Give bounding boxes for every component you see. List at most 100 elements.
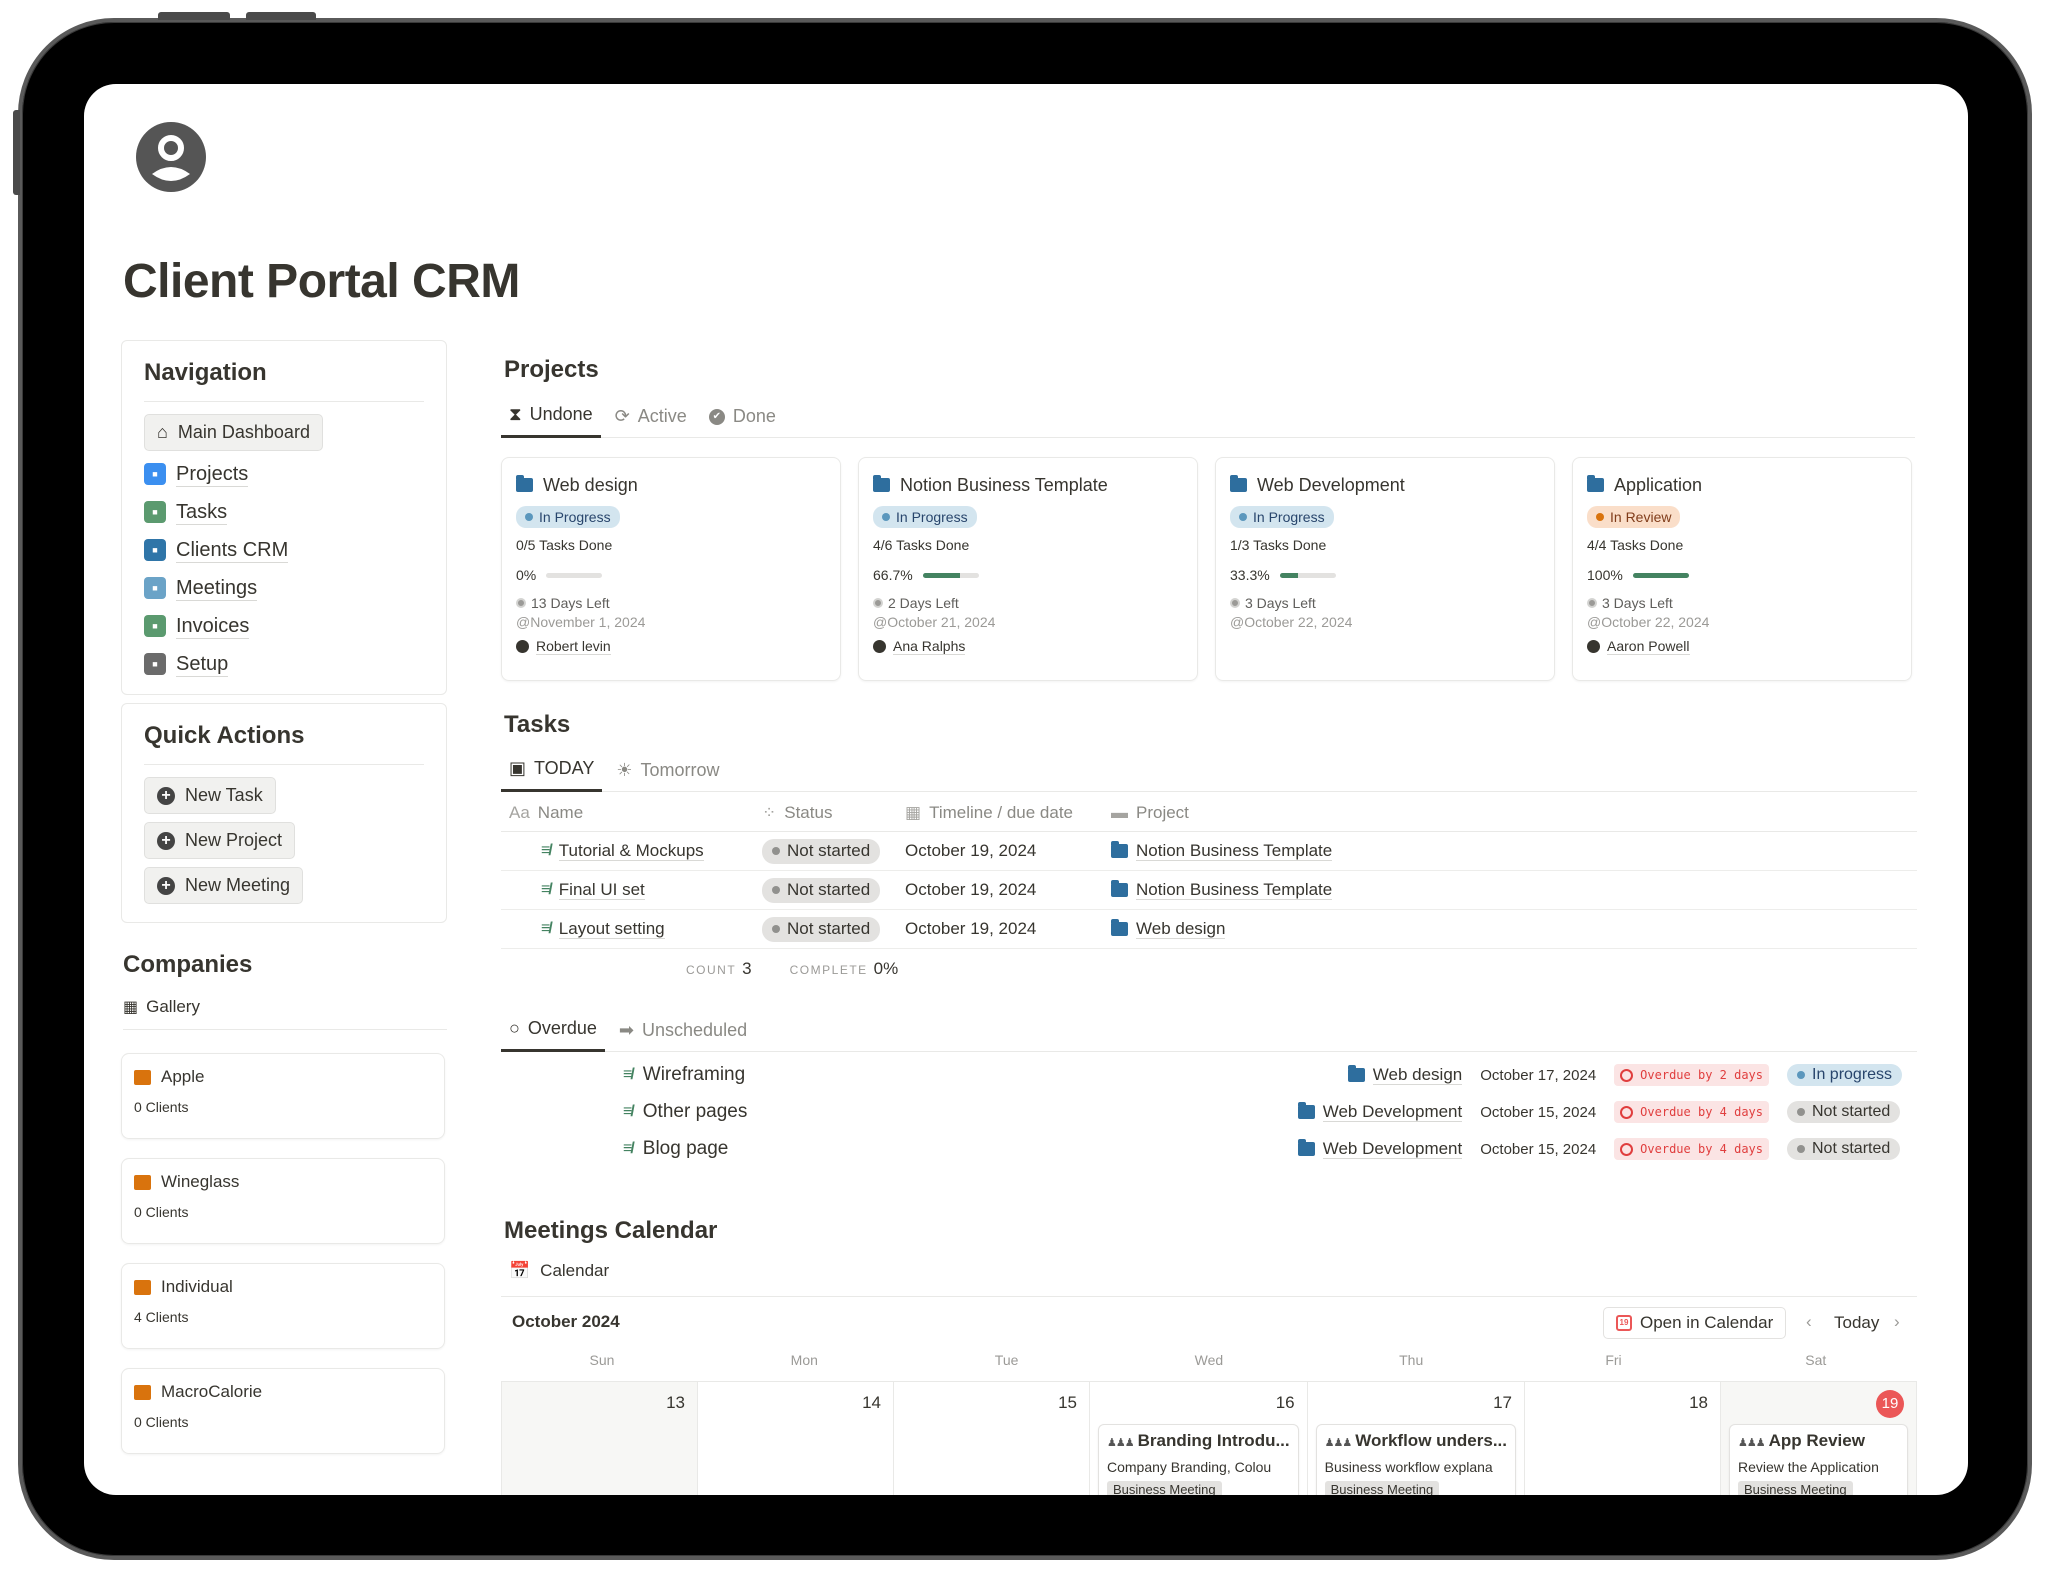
event-title: App Review bbox=[1768, 1431, 1865, 1450]
days-left: 2 Days Left bbox=[888, 595, 959, 611]
project-card[interactable]: Notion Business Template In Progress 4/6… bbox=[858, 457, 1198, 681]
task-project[interactable]: Notion Business Template bbox=[1136, 880, 1333, 901]
today-button[interactable]: Today bbox=[1834, 1313, 1879, 1333]
company-name-row: Wineglass bbox=[134, 1172, 432, 1192]
calendar-view-tab[interactable]: 📅 Calendar bbox=[501, 1261, 1917, 1297]
tab-label: Active bbox=[637, 406, 687, 426]
due-date: @October 22, 2024 bbox=[1230, 614, 1353, 630]
project-card[interactable]: Web design In Progress 0/5 Tasks Done 0%… bbox=[501, 457, 841, 681]
task-name[interactable]: Other pages bbox=[643, 1101, 748, 1123]
task-name[interactable]: Wireframing bbox=[643, 1064, 745, 1086]
tab-today[interactable]: ▣ TODAY bbox=[501, 758, 603, 792]
radio-dot-icon bbox=[1587, 598, 1597, 608]
meeting-event[interactable]: ♟♟♟ App Review Review the Application Bus… bbox=[1729, 1424, 1908, 1495]
owner[interactable]: Robert levin bbox=[516, 638, 826, 655]
calendar-day[interactable]: 19 ♟♟♟ App Review Review the Application … bbox=[1721, 1382, 1917, 1495]
table-row[interactable]: ≡/ Final UI set Not started October 19, 2… bbox=[501, 871, 1917, 910]
tab-label: Overdue bbox=[527, 1018, 597, 1038]
task-date: October 19, 2024 bbox=[905, 841, 1037, 860]
overdue-row[interactable]: ≡/ Blog page Web Development October 15,… bbox=[623, 1131, 1968, 1167]
day-number: 14 bbox=[706, 1390, 885, 1416]
progress-row: 33.3% bbox=[1230, 566, 1540, 584]
status-label: Not started bbox=[787, 880, 871, 899]
owner[interactable]: Ana Ralphs bbox=[873, 638, 1183, 655]
progress-bar bbox=[922, 572, 979, 578]
event-description: Company Branding, Colou bbox=[1107, 1459, 1272, 1475]
new-meeting-button[interactable]: + New Meeting bbox=[144, 867, 304, 904]
project-card[interactable]: Application In Review 4/4 Tasks Done 100… bbox=[1572, 457, 1912, 681]
calendar-day[interactable]: 16 ♟♟♟ Branding Introdu... Company Brandi… bbox=[1090, 1382, 1308, 1495]
calendar-view-label: Calendar bbox=[540, 1261, 610, 1280]
companies-view-tab[interactable]: ▦ Gallery bbox=[123, 997, 447, 1030]
tab-active[interactable]: ⟳ Active bbox=[607, 406, 695, 437]
project-name: Web Development bbox=[1322, 1138, 1463, 1160]
task-project[interactable]: Web design bbox=[1347, 1065, 1463, 1086]
hourglass-icon: ⧗ bbox=[509, 404, 522, 424]
column-header-project[interactable]: ▬ Project bbox=[1111, 803, 1917, 823]
sidebar-item-setup[interactable]: ■ Setup bbox=[144, 645, 424, 683]
event-tag: Business Meeting bbox=[1324, 1481, 1440, 1495]
calendar-day[interactable]: 15 bbox=[894, 1382, 1090, 1495]
folder-icon bbox=[1111, 918, 1128, 936]
company-card[interactable]: Wineglass 0 Clients bbox=[121, 1158, 445, 1244]
meeting-event[interactable]: ♟♟♟ Workflow unders... Business workflow … bbox=[1315, 1424, 1516, 1495]
device-top-button bbox=[246, 12, 316, 20]
calendar-day[interactable]: 18 bbox=[1525, 1382, 1721, 1495]
tab-done[interactable]: ✔ Done bbox=[701, 406, 784, 437]
calendar-grid: 13 14 15 16 ♟♟♟ Branding Introdu... Company … bbox=[501, 1381, 1917, 1495]
company-name: Wineglass bbox=[161, 1172, 240, 1191]
sidebar-item-invoices[interactable]: ■ Invoices bbox=[144, 607, 424, 645]
status-label: In progress bbox=[1812, 1066, 1893, 1083]
new-task-button[interactable]: + New Task bbox=[144, 777, 276, 814]
task-project[interactable]: Web design bbox=[1136, 919, 1226, 940]
new-project-button[interactable]: + New Project bbox=[144, 822, 296, 859]
project-name: Web design bbox=[543, 474, 638, 495]
next-month-button[interactable]: › bbox=[1894, 1312, 1900, 1332]
sidebar-item-projects[interactable]: ■ Projects bbox=[144, 455, 424, 493]
sidebar-item-clients-crm[interactable]: ■ Clients CRM bbox=[144, 531, 424, 569]
column-header-status[interactable]: ⁘ Status bbox=[762, 803, 905, 823]
task-project[interactable]: Web Development bbox=[1297, 1102, 1463, 1123]
company-card[interactable]: Individual 4 Clients bbox=[121, 1263, 445, 1349]
open-in-calendar-button[interactable]: 19 Open in Calendar bbox=[1603, 1307, 1787, 1339]
days-left-row: 3 Days Left bbox=[1587, 595, 1897, 611]
prev-month-button[interactable]: ‹ bbox=[1806, 1312, 1812, 1332]
main-dashboard-button[interactable]: ⌂ Main Dashboard bbox=[144, 414, 323, 451]
task-project[interactable]: Notion Business Template bbox=[1136, 841, 1333, 862]
calendar-day[interactable]: 17 ♟♟♟ Workflow unders... Business workfl… bbox=[1308, 1382, 1525, 1495]
owner[interactable]: Aaron Powell bbox=[1587, 638, 1897, 655]
calendar-day[interactable]: 13 bbox=[502, 1382, 698, 1495]
tab-overdue[interactable]: ○ Overdue bbox=[501, 1018, 605, 1052]
status-dot bbox=[772, 847, 780, 855]
task-name[interactable]: Blog page bbox=[643, 1138, 729, 1160]
project-card[interactable]: Web Development In Progress 1/3 Tasks Do… bbox=[1215, 457, 1555, 681]
overdue-row[interactable]: ≡/ Other pages Web Development October 1… bbox=[623, 1094, 1968, 1130]
progress-bar bbox=[1279, 572, 1336, 578]
company-card[interactable]: MacroCalorie 0 Clients bbox=[121, 1368, 445, 1454]
sidebar-item-label: Invoices bbox=[176, 614, 250, 639]
sidebar-item-tasks[interactable]: ■ Tasks bbox=[144, 493, 424, 531]
task-name[interactable]: Tutorial & Mockups bbox=[558, 841, 704, 862]
column-header-timeline[interactable]: ▦ Timeline / due date bbox=[905, 803, 1111, 823]
status-badge: In Progress bbox=[516, 506, 620, 528]
sidebar-item-meetings[interactable]: ■ Meetings bbox=[144, 569, 424, 607]
count-summary: COUNT 3 bbox=[686, 959, 752, 978]
progress-label: 66.7% bbox=[873, 567, 913, 583]
tab-tomorrow[interactable]: ☀ Tomorrow bbox=[608, 760, 727, 791]
project-title-row: Notion Business Template bbox=[873, 472, 1183, 498]
overdue-ring-icon bbox=[1620, 1068, 1634, 1082]
overdue-row[interactable]: ≡/ Wireframing Web design October 17, 20… bbox=[623, 1057, 1968, 1093]
task-project[interactable]: Web Development bbox=[1297, 1138, 1463, 1160]
page-title: Client Portal CRM bbox=[123, 255, 520, 308]
calendar-day[interactable]: 14 bbox=[698, 1382, 894, 1495]
company-card[interactable]: Apple 0 Clients bbox=[121, 1053, 445, 1139]
user-circle-icon[interactable] bbox=[136, 122, 206, 192]
tab-undone[interactable]: ⧗ Undone bbox=[501, 404, 601, 438]
task-name[interactable]: Final UI set bbox=[558, 880, 645, 901]
table-row[interactable]: ≡/ Tutorial & Mockups Not started October… bbox=[501, 832, 1917, 871]
column-header-name[interactable]: Aa Name bbox=[501, 803, 762, 823]
tab-unscheduled[interactable]: ➡ Unscheduled bbox=[611, 1020, 755, 1051]
meeting-event[interactable]: ♟♟♟ Branding Introdu... Company Branding,… bbox=[1098, 1424, 1299, 1495]
table-row[interactable]: ≡/ Layout setting Not started October 19,… bbox=[501, 910, 1917, 949]
task-name[interactable]: Layout setting bbox=[558, 919, 665, 940]
